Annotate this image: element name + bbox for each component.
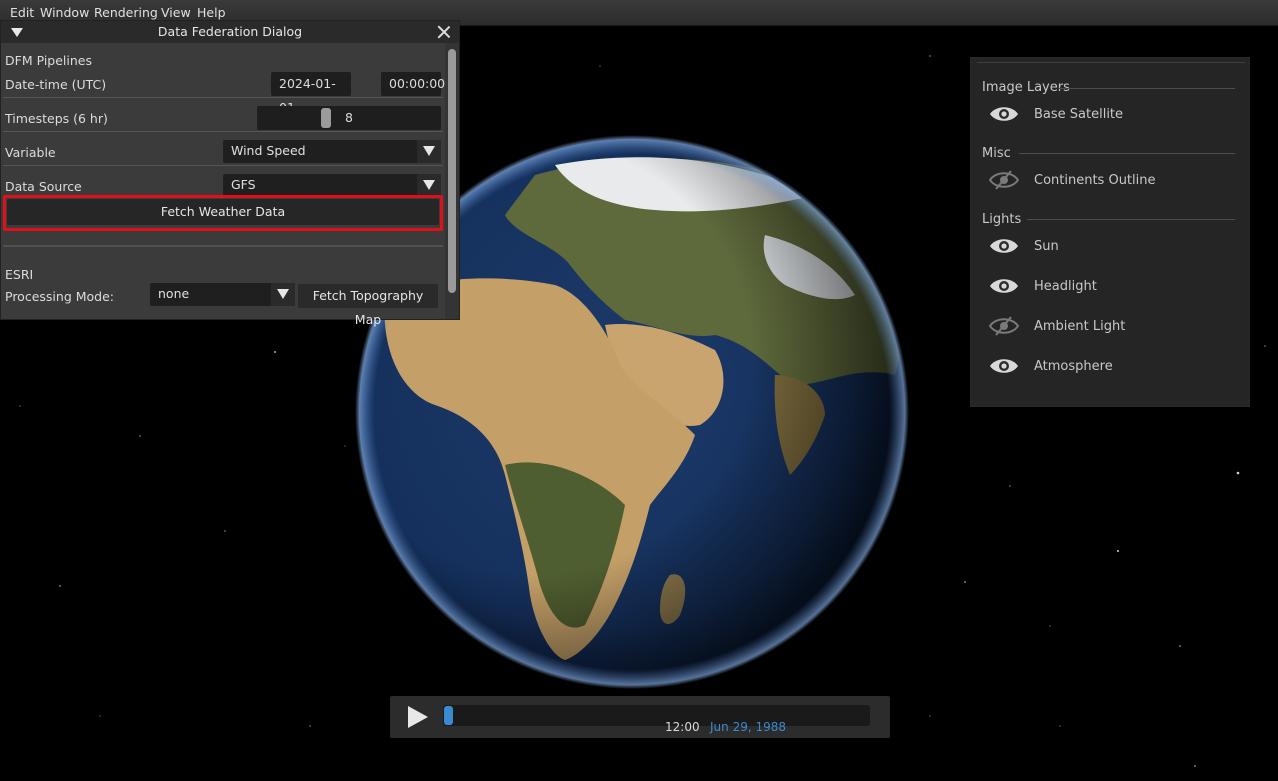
section-lights: Lights [982,212,1022,227]
processing-mode-value: none [158,286,190,301]
layer-ambient-light[interactable]: Ambient Light [1034,319,1125,334]
layer-continents-outline[interactable]: Continents Outline [1034,173,1156,188]
scrollbar-thumb[interactable] [448,49,456,293]
processing-mode-label: Processing Mode: [5,289,114,304]
menu-edit[interactable]: Edit [10,5,34,20]
date-input[interactable]: 2024-01-01 [271,72,351,115]
timeline-date: Jun 29, 1988 [710,720,787,734]
highlight-box [3,195,443,231]
menu-rendering[interactable]: Rendering [94,5,158,20]
variable-label: Variable [5,145,56,160]
timeline-time: 12:00 [665,720,700,734]
collapse-triangle-icon[interactable] [11,28,23,37]
timeline-progress [444,706,453,725]
variable-value: Wind Speed [231,143,306,158]
datetime-label: Date-time (UTC) [5,77,107,92]
divider [3,97,443,98]
data-source-value: GFS [231,177,256,192]
eye-visible-icon[interactable] [989,276,1019,296]
close-icon[interactable] [437,25,451,39]
timesteps-slider[interactable]: 8 [257,106,441,130]
divider [3,165,443,166]
layer-base-satellite[interactable]: Base Satellite [1034,107,1123,122]
eye-hidden-icon[interactable] [989,316,1019,336]
slider-thumb[interactable] [321,108,331,128]
data-federation-dialog: Data Federation Dialog DFM Pipelines Dat… [0,20,460,327]
layer-sun[interactable]: Sun [1034,239,1059,254]
eye-visible-icon[interactable] [989,236,1019,256]
menu-help[interactable]: Help [197,5,226,20]
eye-visible-icon[interactable] [989,104,1019,124]
section-dfm-pipelines: DFM Pipelines [5,53,93,68]
menu-window[interactable]: Window [40,5,89,20]
layer-atmosphere[interactable]: Atmosphere [1034,359,1113,374]
section-image-layers: Image Layers [982,80,1070,95]
time-input[interactable]: 00:00:00 [381,72,445,96]
data-source-label: Data Source [5,179,82,194]
section-esri: ESRI [5,267,34,282]
variable-dropdown[interactable]: Wind Speed [223,140,441,163]
chevron-down-icon [277,289,289,299]
timesteps-label: Timesteps (6 hr) [5,111,108,126]
divider [3,131,443,132]
menu-view[interactable]: View [161,5,191,20]
scrollbar[interactable] [445,43,459,319]
timeline-scrubber[interactable]: 12:00 Jun 29, 1988 [443,705,870,734]
divider [3,245,443,247]
processing-mode-dropdown[interactable]: none [150,283,295,306]
timesteps-value: 8 [345,110,353,125]
eye-visible-icon[interactable] [989,356,1019,376]
dialog-title: Data Federation Dialog [1,21,459,43]
play-icon[interactable] [408,706,428,728]
chevron-down-icon [423,180,435,190]
section-misc: Misc [982,146,1011,161]
layers-panel: Image Layers Base Satellite Misc Contine… [970,57,1250,407]
chevron-down-icon [423,146,435,156]
timeline-bar: 12:00 Jun 29, 1988 [390,696,890,738]
fetch-topography-map-button[interactable]: Fetch Topography Map [298,284,438,327]
eye-hidden-icon[interactable] [989,170,1019,190]
data-source-dropdown[interactable]: GFS [223,174,441,197]
layer-headlight[interactable]: Headlight [1034,279,1097,294]
